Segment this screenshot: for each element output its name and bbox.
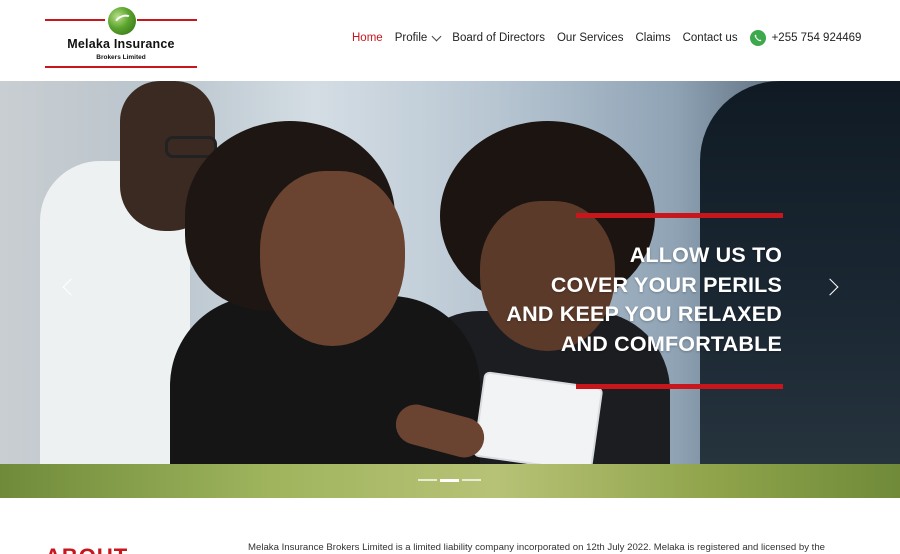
hero-line-4: AND COMFORTABLE bbox=[560, 331, 782, 356]
nav-claims[interactable]: Claims bbox=[635, 32, 670, 44]
nav-board-of-directors[interactable]: Board of Directors bbox=[452, 32, 545, 44]
phone-link[interactable]: +255 754 924469 bbox=[749, 30, 862, 46]
nav-services-label: Our Services bbox=[556, 32, 624, 44]
phone-number: +255 754 924469 bbox=[771, 32, 862, 44]
company-logo[interactable]: Melaka Insurance Brokers Limited bbox=[45, 6, 197, 72]
logo-line-bottom bbox=[45, 66, 197, 68]
nav-contact-label: Contact us bbox=[682, 32, 738, 44]
about-heading: ABOUT bbox=[45, 544, 128, 554]
hero-line-3: AND KEEP YOU RELAXED bbox=[506, 302, 782, 326]
logo-line-right bbox=[137, 19, 197, 21]
hero-photo-woman-center-face bbox=[260, 171, 405, 346]
logo-line-left bbox=[45, 19, 105, 21]
hero-line-1: ALLOW US TO bbox=[629, 243, 782, 267]
about-text: Melaka Insurance Brokers Limited is a li… bbox=[248, 542, 825, 553]
nav-home[interactable]: Home bbox=[352, 32, 383, 44]
whatsapp-icon bbox=[749, 30, 766, 46]
slider-dots bbox=[418, 479, 484, 482]
nav-profile-label: Profile bbox=[394, 32, 428, 44]
nav-profile[interactable]: Profile bbox=[394, 31, 442, 44]
green-globe-icon bbox=[108, 7, 136, 35]
nav-board-label: Board of Directors bbox=[452, 32, 545, 44]
chevron-down-icon bbox=[431, 31, 442, 41]
hero-tagline: ALLOW US TO COVER YOUR PERILS AND KEEP Y… bbox=[506, 241, 782, 359]
nav-contact-us[interactable]: Contact us bbox=[683, 32, 738, 44]
logo-subtitle: Brokers Limited bbox=[96, 54, 146, 61]
nav-claims-label: Claims bbox=[635, 32, 671, 44]
hero-line-2: COVER YOUR PERILS bbox=[550, 272, 782, 297]
hero-accent-bar-top bbox=[576, 213, 783, 218]
hero-accent-bar-bottom bbox=[576, 384, 783, 389]
nav-home-label: Home bbox=[352, 32, 383, 44]
nav-our-services[interactable]: Our Services bbox=[557, 32, 623, 44]
hero-slider: ALLOW US TO COVER YOUR PERILS AND KEEP Y… bbox=[0, 81, 900, 498]
slider-dot-3[interactable] bbox=[462, 479, 481, 481]
slider-dot-2[interactable] bbox=[440, 479, 459, 482]
slider-dot-1[interactable] bbox=[418, 479, 437, 481]
logo-name: Melaka Insurance bbox=[67, 37, 175, 51]
site-header: Melaka Insurance Brokers Limited Home Pr… bbox=[0, 0, 900, 81]
main-nav: Home Profile Board of Directors Our Serv… bbox=[352, 30, 861, 46]
